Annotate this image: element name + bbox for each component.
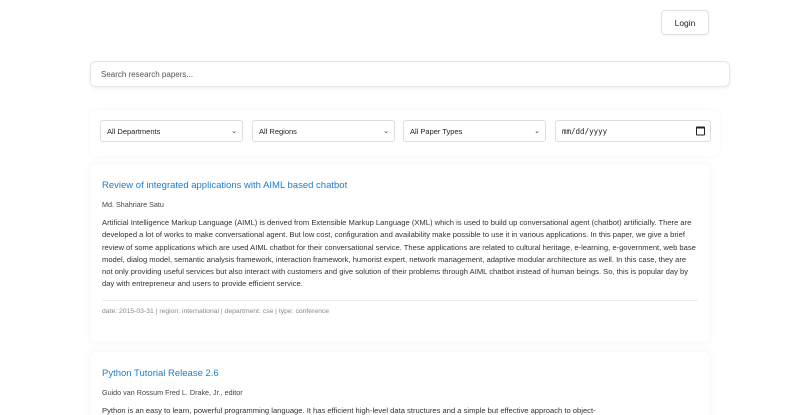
paper-authors: Guido van Rossum Fred L. Drake, Jr., edi…: [102, 388, 243, 397]
chevron-down-icon: ⌄: [231, 128, 237, 135]
date-input-value: mm/dd/yyyy: [562, 126, 608, 136]
region-select-value: All Regions: [259, 126, 297, 136]
paper-card: Python Tutorial Release 2.6 Guido van Ro…: [90, 352, 710, 415]
department-select[interactable]: All Departments ⌄: [100, 120, 243, 142]
paper-type-select[interactable]: All Paper Types ⌄: [403, 120, 546, 142]
department-select-value: All Departments: [107, 126, 161, 136]
paper-title-link[interactable]: Review of integrated applications with A…: [102, 180, 698, 192]
region-select[interactable]: All Regions ⌄: [252, 120, 395, 142]
date-input[interactable]: mm/dd/yyyy: [555, 120, 711, 142]
search-input[interactable]: [91, 62, 729, 86]
paper-meta: date: 2015-03-31 | region: international…: [102, 307, 330, 315]
paper-abstract: Python is an easy to learn, powerful pro…: [102, 406, 596, 415]
search-bar: [90, 61, 730, 87]
chevron-down-icon: ⌄: [534, 128, 540, 135]
calendar-icon[interactable]: [696, 126, 705, 136]
paper-type-select-value: All Paper Types: [410, 126, 463, 136]
paper-abstract: Artificial Intelligence Markup Language …: [102, 218, 696, 289]
paper-title-link[interactable]: Python Tutorial Release 2.6: [102, 368, 698, 380]
paper-authors: Md. Shahriare Satu: [102, 200, 164, 209]
paper-card: Review of integrated applications with A…: [90, 164, 710, 342]
divider: [102, 299, 698, 301]
chevron-down-icon: ⌄: [383, 128, 389, 135]
login-button[interactable]: Login: [661, 10, 709, 35]
filters-panel: All Departments ⌄ All Regions ⌄ All Pape…: [90, 110, 720, 156]
